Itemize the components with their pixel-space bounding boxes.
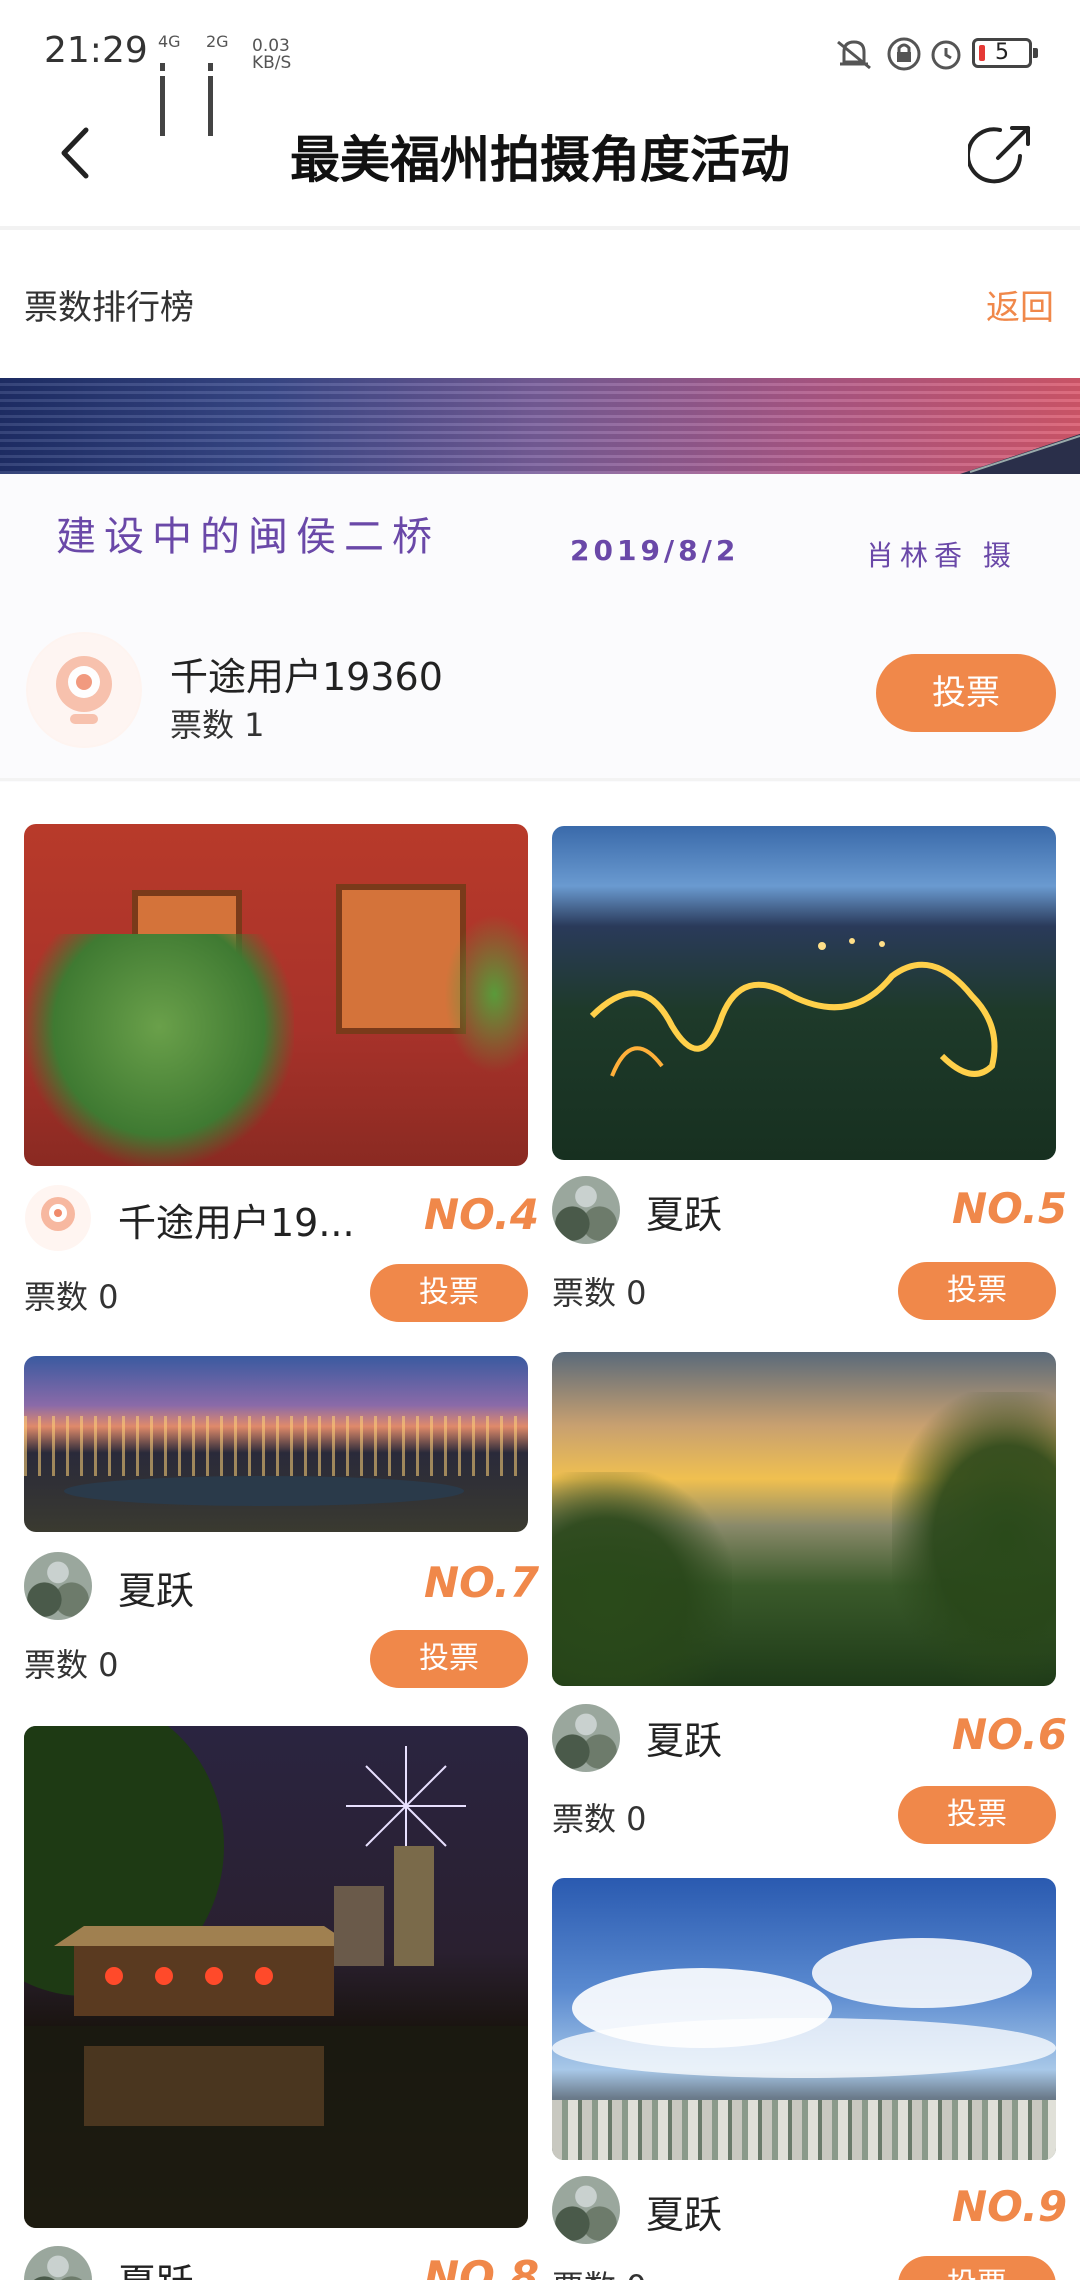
entry-card-no7[interactable]: 夏跃 NO.7 票数 0 投票 <box>24 1356 539 1696</box>
entry-card-no8[interactable]: 夏跃 NO.8 <box>24 1726 539 2280</box>
entry-rank: NO.4 <box>424 1190 540 1239</box>
entry-photo-red-wall[interactable] <box>24 824 528 1166</box>
entry-rank: NO.7 <box>424 1558 540 1607</box>
entry-vote-count: 票数 0 <box>552 2262 647 2280</box>
banner-photo <box>0 378 1080 474</box>
light-trail-graphic <box>589 938 998 1077</box>
net-type-2: 2G <box>206 32 229 51</box>
ranking-title: 票数排行榜 <box>24 288 194 328</box>
entry-vote-button[interactable]: 投票 <box>898 1262 1056 1320</box>
entry-photo-sunset-valley[interactable] <box>552 1352 1056 1686</box>
header-divider <box>0 226 1080 230</box>
banner-bridge-railing <box>960 434 1080 474</box>
entry-photo-night-road[interactable] <box>552 826 1056 1160</box>
user-avatar <box>24 1552 92 1620</box>
entry-card-no9[interactable]: 夏跃 NO.9 票数 0 投票 <box>552 1878 1067 2280</box>
entry-vote-count: 票数 0 <box>24 1646 119 1684</box>
entry-rank: NO.5 <box>952 1184 1068 1233</box>
entry-user-name: 夏跃 <box>646 2193 723 2237</box>
user-avatar <box>552 1704 620 1772</box>
entry-vote-button[interactable]: 投票 <box>370 1630 528 1688</box>
banner-date: 2019/8/2 <box>570 534 740 567</box>
user-avatar <box>24 2246 92 2280</box>
entry-vote-button[interactable]: 投票 <box>898 2256 1056 2280</box>
featured-vote-count: 票数 1 <box>170 706 265 744</box>
entry-user-name: 夏跃 <box>646 1719 723 1763</box>
entry-user-name: 夏跃 <box>118 2252 194 2280</box>
entry-rank: NO.9 <box>952 2182 1068 2231</box>
qiantu-avatar-icon <box>25 1185 91 1251</box>
lock-rotation-icon <box>887 37 921 71</box>
entry-photo-city-dusk[interactable] <box>24 1356 528 1532</box>
status-time: 21:29 <box>44 30 148 71</box>
featured-user-name: 千途用户19360 <box>170 655 443 699</box>
entry-vote-count: 票数 0 <box>552 1800 647 1838</box>
wall-inscription <box>34 1054 528 1124</box>
entry-rank: NO.8 <box>424 2252 540 2280</box>
entry-vote-button[interactable]: 投票 <box>898 1786 1056 1844</box>
bell-mute-icon <box>837 40 871 70</box>
battery-indicator: 5 <box>972 38 1038 68</box>
speed-unit: KB/S <box>252 53 292 73</box>
entry-rank: NO.6 <box>952 1710 1068 1759</box>
user-avatar <box>552 2176 620 2244</box>
entry-card-no6[interactable]: 夏跃 NO.6 票数 0 投票 <box>552 1352 1067 1852</box>
entry-user-name: 夏跃 <box>118 1569 195 1613</box>
banner-caption: 建设中的闽侯二桥 <box>56 514 440 560</box>
entry-photo-fireworks-pavilion[interactable] <box>24 1726 528 2228</box>
entry-photo-blue-sky-city[interactable] <box>552 1878 1056 2160</box>
share-icon[interactable] <box>968 118 1038 188</box>
featured-vote-button[interactable]: 投票 <box>876 654 1056 732</box>
entry-user-name: 千途用户19... <box>118 1201 355 1245</box>
page-title: 最美福州拍摄角度活动 <box>290 131 790 189</box>
network-speed: 0.03 KB/S <box>252 38 291 72</box>
return-link[interactable]: 返回 <box>986 280 1054 329</box>
net-type-1: 4G <box>158 32 181 51</box>
entry-user-name: 夏跃 <box>646 1193 723 1237</box>
qiantu-avatar-icon <box>26 632 142 748</box>
alarm-icon <box>931 40 961 70</box>
fireworks-pavilion-graphic <box>24 1726 528 2228</box>
banner-author: 肖林香 摄 <box>866 539 1017 572</box>
featured-divider <box>0 778 1080 781</box>
entry-vote-count: 票数 0 <box>552 1274 647 1312</box>
user-avatar <box>552 1176 620 1244</box>
entry-vote-button[interactable]: 投票 <box>370 1264 528 1322</box>
entry-vote-count: 票数 0 <box>24 1278 119 1316</box>
entry-card-no4[interactable]: 千途用户19... NO.4 票数 0 投票 <box>24 824 539 1336</box>
entry-card-no5[interactable]: 夏跃 NO.5 票数 0 投票 <box>552 826 1067 1326</box>
